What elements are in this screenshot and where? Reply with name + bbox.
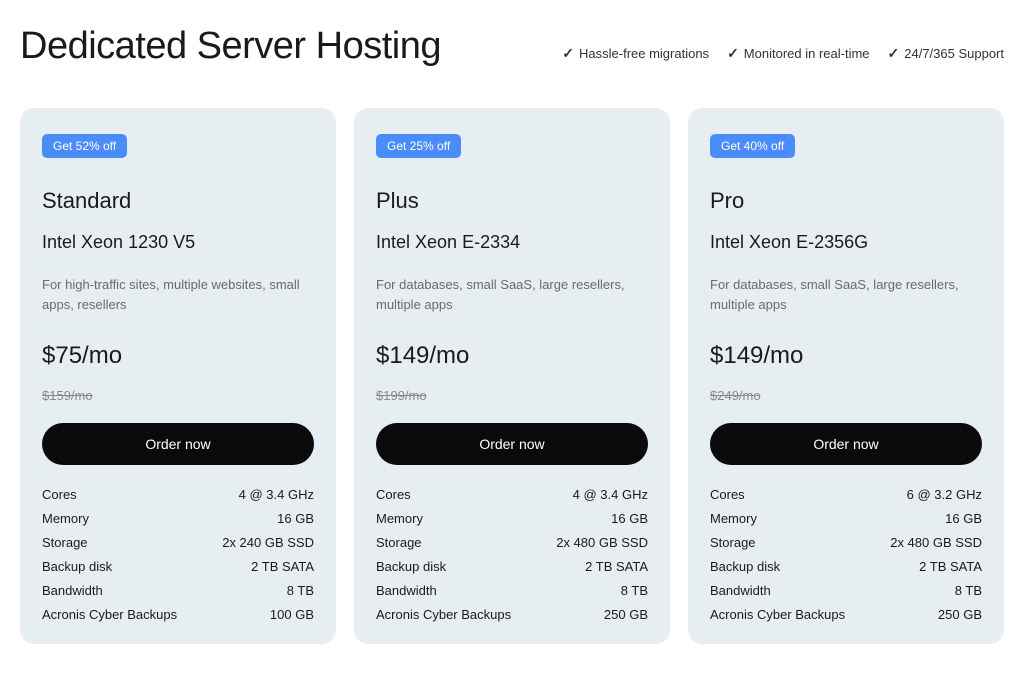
- discount-badge: Get 40% off: [710, 134, 795, 158]
- spec-value: 8 TB: [621, 583, 648, 598]
- spec-value: 2 TB SATA: [251, 559, 314, 574]
- spec-value: 6 @ 3.2 GHz: [907, 487, 982, 502]
- spec-label: Storage: [376, 535, 422, 550]
- spec-label: Backup disk: [710, 559, 780, 574]
- order-now-button[interactable]: Order now: [376, 423, 648, 465]
- plan-description: For databases, small SaaS, large reselle…: [376, 275, 648, 314]
- plan-description: For high-traffic sites, multiple website…: [42, 275, 314, 314]
- spec-value: 2x 480 GB SSD: [890, 535, 982, 550]
- plan-cpu: Intel Xeon 1230 V5: [42, 232, 314, 253]
- spec-label: Bandwidth: [376, 583, 437, 598]
- spec-label: Acronis Cyber Backups: [710, 607, 845, 622]
- spec-row: Acronis Cyber Backups 250 GB: [376, 607, 648, 622]
- spec-row: Acronis Cyber Backups 100 GB: [42, 607, 314, 622]
- spec-label: Memory: [376, 511, 423, 526]
- spec-value: 250 GB: [938, 607, 982, 622]
- spec-label: Acronis Cyber Backups: [376, 607, 511, 622]
- spec-row: Acronis Cyber Backups 250 GB: [710, 607, 982, 622]
- spec-row: Backup disk 2 TB SATA: [42, 559, 314, 574]
- order-now-button[interactable]: Order now: [42, 423, 314, 465]
- spec-row: Bandwidth 8 TB: [710, 583, 982, 598]
- spec-value: 8 TB: [955, 583, 982, 598]
- discount-badge: Get 25% off: [376, 134, 461, 158]
- check-icon: ✓: [888, 45, 900, 62]
- plan-cpu: Intel Xeon E-2334: [376, 232, 648, 253]
- plan-specs: Cores 6 @ 3.2 GHz Memory 16 GB Storage 2…: [710, 487, 982, 622]
- header-features: ✓ Hassle-free migrations ✓ Monitored in …: [562, 45, 1004, 68]
- spec-row: Bandwidth 8 TB: [376, 583, 648, 598]
- pricing-plans: Get 52% off Standard Intel Xeon 1230 V5 …: [20, 108, 1004, 644]
- spec-label: Storage: [710, 535, 756, 550]
- plan-specs: Cores 4 @ 3.4 GHz Memory 16 GB Storage 2…: [376, 487, 648, 622]
- plan-price: $149/mo: [710, 342, 982, 370]
- spec-value: 4 @ 3.4 GHz: [239, 487, 314, 502]
- spec-value: 2x 240 GB SSD: [222, 535, 314, 550]
- plan-price: $75/mo: [42, 342, 314, 370]
- spec-row: Backup disk 2 TB SATA: [376, 559, 648, 574]
- plan-original-price: $199/mo: [376, 388, 648, 403]
- plan-card-pro: Get 40% off Pro Intel Xeon E-2356G For d…: [688, 108, 1004, 644]
- spec-row: Cores 4 @ 3.4 GHz: [42, 487, 314, 502]
- spec-label: Backup disk: [376, 559, 446, 574]
- spec-value: 16 GB: [945, 511, 982, 526]
- order-now-button[interactable]: Order now: [710, 423, 982, 465]
- spec-label: Memory: [42, 511, 89, 526]
- spec-label: Bandwidth: [710, 583, 771, 598]
- spec-value: 250 GB: [604, 607, 648, 622]
- spec-label: Cores: [376, 487, 411, 502]
- plan-original-price: $249/mo: [710, 388, 982, 403]
- plan-card-plus: Get 25% off Plus Intel Xeon E-2334 For d…: [354, 108, 670, 644]
- plan-card-standard: Get 52% off Standard Intel Xeon 1230 V5 …: [20, 108, 336, 644]
- spec-row: Memory 16 GB: [42, 511, 314, 526]
- spec-value: 2 TB SATA: [585, 559, 648, 574]
- spec-row: Cores 4 @ 3.4 GHz: [376, 487, 648, 502]
- plan-name: Standard: [42, 188, 314, 214]
- spec-value: 2 TB SATA: [919, 559, 982, 574]
- spec-row: Bandwidth 8 TB: [42, 583, 314, 598]
- plan-description: For databases, small SaaS, large reselle…: [710, 275, 982, 314]
- spec-row: Storage 2x 480 GB SSD: [710, 535, 982, 550]
- feature-text: 24/7/365 Support: [904, 46, 1004, 61]
- feature-item: ✓ Hassle-free migrations: [562, 45, 709, 62]
- feature-text: Monitored in real-time: [744, 46, 870, 61]
- check-icon: ✓: [562, 45, 574, 62]
- plan-original-price: $159/mo: [42, 388, 314, 403]
- spec-value: 100 GB: [270, 607, 314, 622]
- discount-badge: Get 52% off: [42, 134, 127, 158]
- plan-price: $149/mo: [376, 342, 648, 370]
- spec-label: Backup disk: [42, 559, 112, 574]
- spec-row: Backup disk 2 TB SATA: [710, 559, 982, 574]
- spec-row: Cores 6 @ 3.2 GHz: [710, 487, 982, 502]
- spec-value: 2x 480 GB SSD: [556, 535, 648, 550]
- spec-row: Memory 16 GB: [376, 511, 648, 526]
- feature-item: ✓ 24/7/365 Support: [888, 45, 1004, 62]
- spec-value: 8 TB: [287, 583, 314, 598]
- plan-name: Plus: [376, 188, 648, 214]
- spec-label: Cores: [710, 487, 745, 502]
- plan-cpu: Intel Xeon E-2356G: [710, 232, 982, 253]
- spec-label: Bandwidth: [42, 583, 103, 598]
- spec-label: Cores: [42, 487, 77, 502]
- spec-value: 16 GB: [277, 511, 314, 526]
- spec-value: 16 GB: [611, 511, 648, 526]
- plan-name: Pro: [710, 188, 982, 214]
- plan-specs: Cores 4 @ 3.4 GHz Memory 16 GB Storage 2…: [42, 487, 314, 622]
- check-icon: ✓: [727, 45, 739, 62]
- spec-label: Memory: [710, 511, 757, 526]
- spec-row: Storage 2x 240 GB SSD: [42, 535, 314, 550]
- feature-item: ✓ Monitored in real-time: [727, 45, 869, 62]
- page-title: Dedicated Server Hosting: [20, 25, 441, 68]
- spec-value: 4 @ 3.4 GHz: [573, 487, 648, 502]
- feature-text: Hassle-free migrations: [579, 46, 709, 61]
- spec-label: Storage: [42, 535, 88, 550]
- spec-label: Acronis Cyber Backups: [42, 607, 177, 622]
- spec-row: Memory 16 GB: [710, 511, 982, 526]
- spec-row: Storage 2x 480 GB SSD: [376, 535, 648, 550]
